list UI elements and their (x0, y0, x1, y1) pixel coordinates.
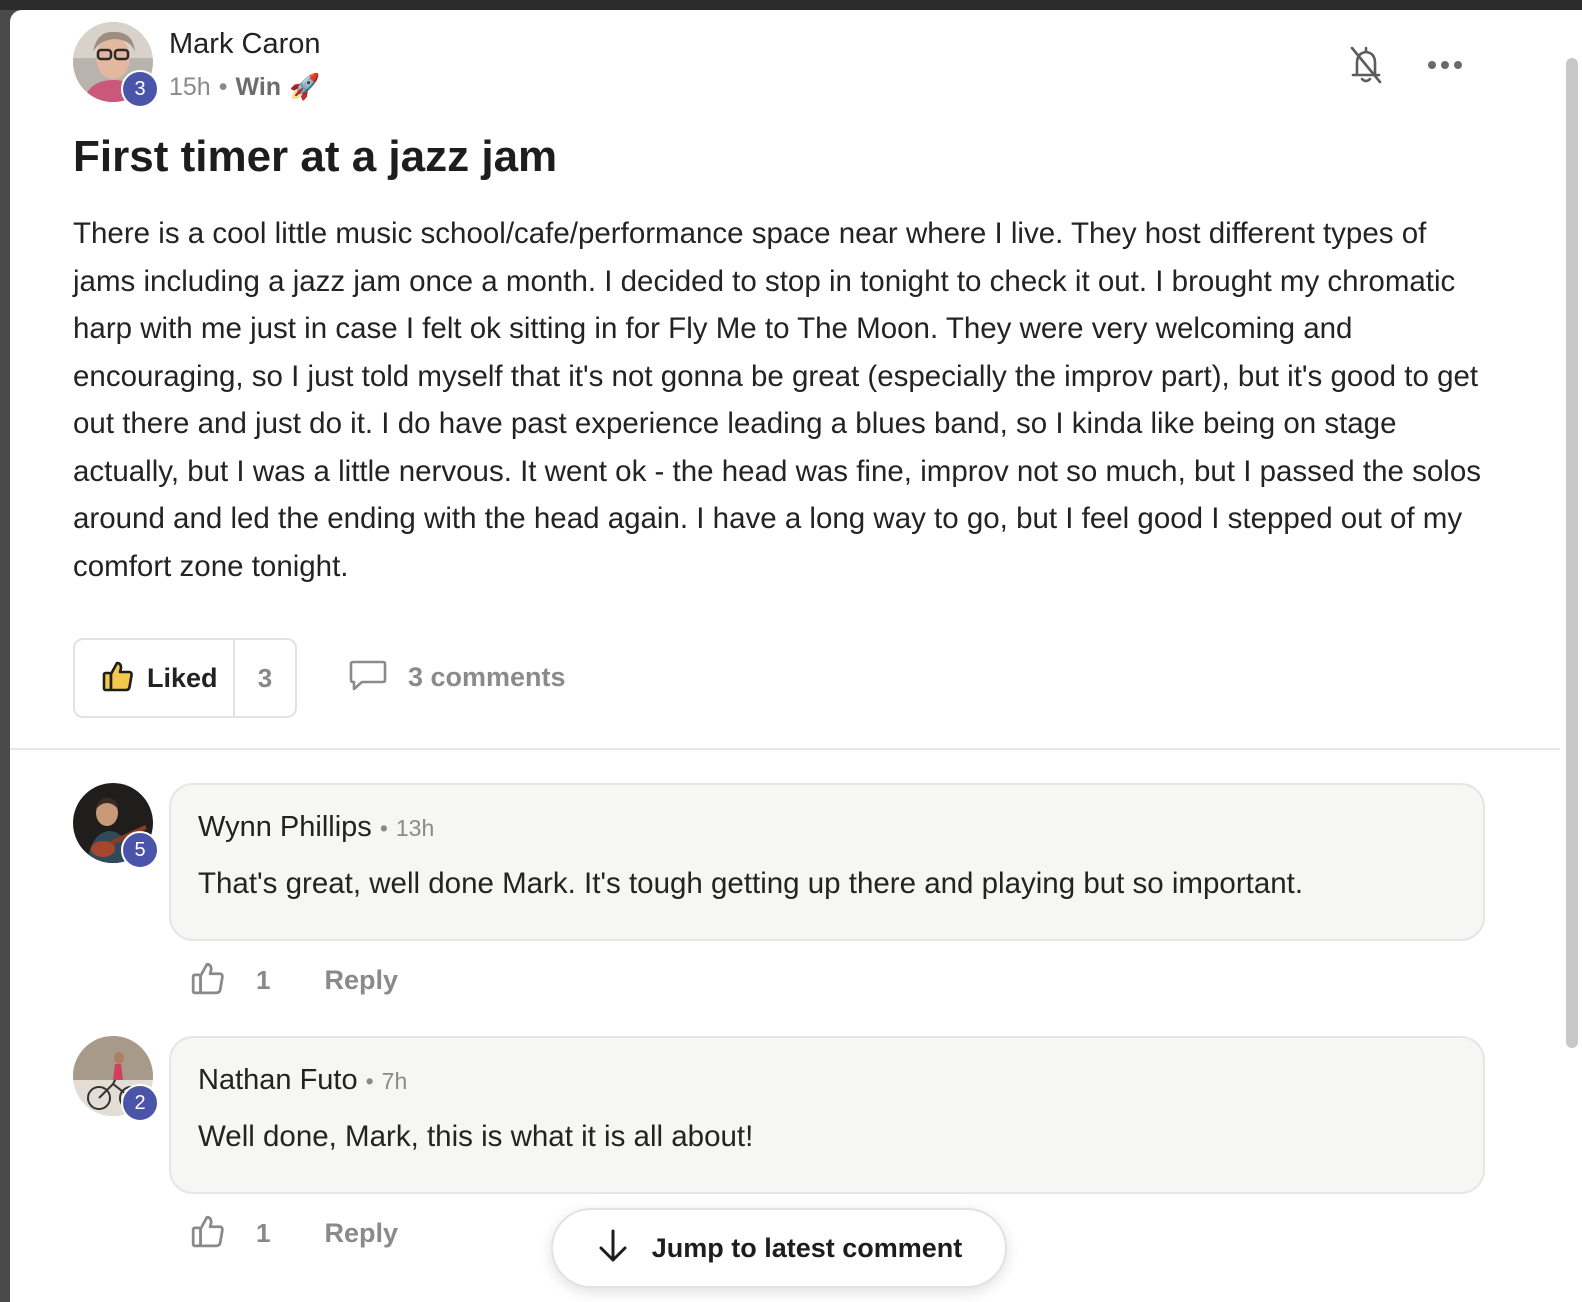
post-time: 15h (169, 73, 211, 101)
thumbs-up-icon (190, 1213, 226, 1254)
arrow-down-icon (596, 1228, 630, 1269)
post-title: First timer at a jazz jam (73, 132, 558, 181)
comments-button[interactable]: 3 comments (348, 658, 566, 697)
post-category[interactable]: Win (235, 73, 281, 102)
comment-like-button[interactable]: 1 (190, 960, 270, 1001)
post-meta: 15h • Win 🚀 (169, 73, 320, 102)
comment-like-count: 1 (256, 965, 271, 995)
scrollbar-thumb[interactable] (1566, 58, 1578, 1048)
reply-button[interactable]: Reply (324, 1218, 398, 1249)
comment-author-name[interactable]: Wynn Phillips (198, 811, 372, 844)
comment-bubble: Wynn Phillips • 13h That's great, well d… (169, 783, 1485, 941)
comment-separator: • (379, 815, 388, 841)
comment-header: Nathan Futo • 7h (198, 1064, 407, 1097)
author-level-badge: 3 (121, 70, 159, 108)
comment-text: That's great, well done Mark. It's tough… (198, 867, 1304, 900)
category-emoji: 🚀 (289, 73, 321, 101)
jump-to-latest-comment-button[interactable]: Jump to latest comment (551, 1208, 1007, 1288)
bell-off-icon[interactable] (1343, 40, 1389, 90)
comment-header: Wynn Phillips • 13h (198, 811, 434, 844)
comment-author-name[interactable]: Nathan Futo (198, 1064, 358, 1097)
comment-actions: 1 Reply (190, 960, 398, 1001)
like-control: Liked 3 (73, 638, 297, 718)
comment-like-count: 1 (256, 1218, 271, 1248)
meta-separator: • (218, 73, 228, 101)
like-label: Liked (147, 662, 218, 693)
comment-like-button[interactable]: 1 (190, 1213, 270, 1254)
post-author-name[interactable]: Mark Caron (169, 28, 321, 61)
comment-bubble: Nathan Futo • 7h Well done, Mark, this i… (169, 1036, 1485, 1194)
comment-icon (348, 658, 388, 697)
comment-time: 7h (381, 1068, 408, 1094)
comment-time: 13h (395, 815, 435, 841)
like-button[interactable]: Liked (75, 640, 235, 716)
comments-count-label: 3 comments (408, 662, 566, 692)
divider (10, 748, 1560, 750)
reply-button[interactable]: Reply (324, 965, 398, 996)
comment-text: Well done, Mark, this is what it is all … (198, 1120, 754, 1153)
jump-label: Jump to latest comment (651, 1232, 963, 1263)
post-body: There is a cool little music school/cafe… (73, 217, 1481, 583)
window-top-strip (0, 0, 1582, 10)
like-count[interactable]: 3 (235, 663, 295, 694)
scrollbar[interactable] (1560, 10, 1582, 1302)
comment-actions: 1 Reply (190, 1213, 398, 1254)
thumbs-up-icon (190, 960, 226, 1001)
thumbs-up-icon (101, 659, 135, 698)
more-icon[interactable] (1424, 50, 1466, 80)
comment-level-badge: 2 (121, 1084, 159, 1122)
post-modal: 3 Mark Caron 15h • Win 🚀 First timer at … (10, 10, 1582, 1302)
comment-separator: • (365, 1068, 374, 1094)
comment-level-badge: 5 (121, 831, 159, 869)
